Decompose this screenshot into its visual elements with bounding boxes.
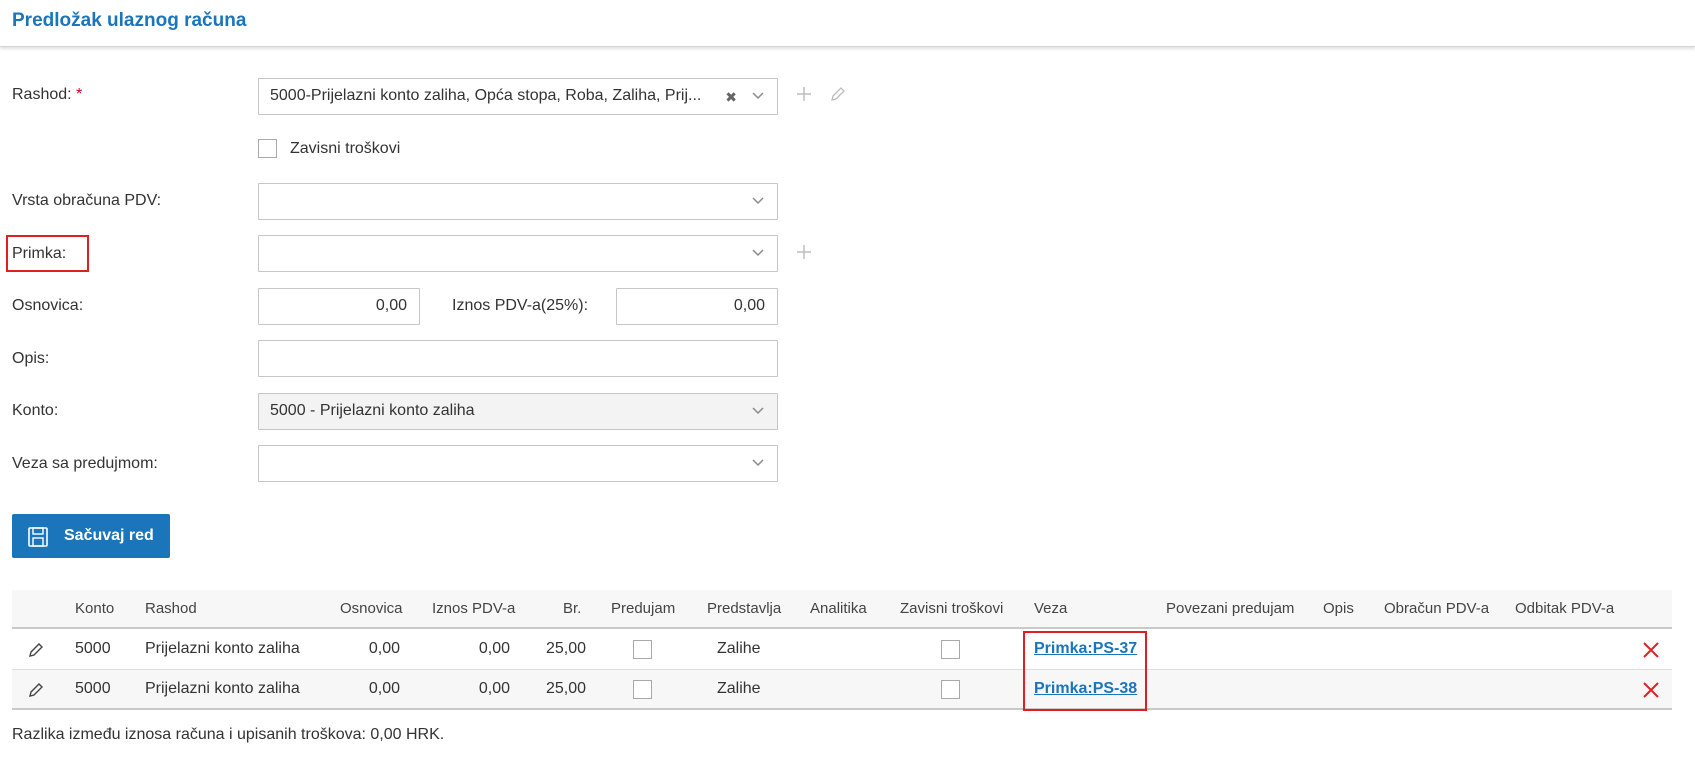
pencil-icon[interactable] bbox=[829, 85, 847, 103]
cell-br: 25,00 bbox=[545, 640, 586, 657]
col-rashod[interactable]: Rashod bbox=[145, 600, 197, 617]
cell-konto: 5000 bbox=[75, 680, 111, 697]
col-predstavlja[interactable]: Predstavlja bbox=[707, 600, 781, 617]
cell-rashod: Prijelazni konto zaliha bbox=[145, 640, 300, 657]
cell-zavisni-checkbox[interactable] bbox=[941, 640, 960, 659]
cell-br: 25,00 bbox=[545, 680, 586, 697]
chevron-down-icon bbox=[752, 407, 764, 415]
cell-rashod: Prijelazni konto zaliha bbox=[145, 680, 300, 697]
primka-select[interactable] bbox=[258, 235, 778, 272]
cell-osnovica: 0,00 bbox=[368, 680, 400, 697]
col-zavisni[interactable]: Zavisni troškovi bbox=[900, 600, 1003, 617]
cell-predstavlja: Zalihe bbox=[717, 680, 761, 697]
konto-label: Konto: bbox=[12, 402, 59, 419]
chevron-down-icon bbox=[752, 459, 764, 467]
required-mark: * bbox=[76, 86, 83, 103]
col-predujam[interactable]: Predujam bbox=[611, 600, 675, 617]
rashod-label-text: Rashod: bbox=[12, 86, 72, 103]
cell-konto: 5000 bbox=[75, 640, 111, 657]
col-opis[interactable]: Opis bbox=[1323, 600, 1354, 617]
chevron-down-icon bbox=[752, 92, 764, 100]
delete-icon[interactable] bbox=[1642, 641, 1660, 659]
chevron-down-icon bbox=[752, 249, 764, 257]
rashod-select[interactable]: 5000-Prijelazni konto zaliha, Opća stopa… bbox=[258, 78, 778, 115]
cell-iznos-pdv: 0,00 bbox=[478, 640, 510, 657]
veza-highlight bbox=[1023, 631, 1147, 711]
zavisni-troskovi-checkbox[interactable] bbox=[258, 139, 277, 158]
delete-icon[interactable] bbox=[1642, 681, 1660, 699]
iznos-pdv-label: Iznos PDV-a(25%): bbox=[452, 297, 589, 314]
col-obracun-pdv[interactable]: Obračun PDV-a bbox=[1384, 600, 1489, 617]
table-row: 5000 Prijelazni konto zaliha 0,00 0,00 2… bbox=[12, 670, 1672, 710]
col-iznos-pdv[interactable]: Iznos PDV-a bbox=[432, 600, 515, 617]
col-odbitak-pdv[interactable]: Odbitak PDV-a bbox=[1515, 600, 1614, 617]
save-row-label: Sačuvaj red bbox=[64, 527, 154, 544]
plus-icon[interactable] bbox=[795, 243, 813, 261]
rashod-label: Rashod: * bbox=[12, 85, 82, 105]
page-title: Predložak ulaznog računa bbox=[12, 10, 247, 31]
osnovica-label: Osnovica: bbox=[12, 297, 84, 314]
osnovica-input[interactable]: 0,00 bbox=[258, 288, 420, 325]
col-br[interactable]: Br. bbox=[563, 600, 581, 617]
difference-note: Razlika između iznosa računa i upisanih … bbox=[12, 726, 445, 743]
vrsta-label: Vrsta obračuna PDV: bbox=[12, 192, 162, 209]
cell-osnovica: 0,00 bbox=[368, 640, 400, 657]
veza-label: Veza sa predujmom: bbox=[12, 455, 158, 472]
cell-predstavlja: Zalihe bbox=[717, 640, 761, 657]
opis-input[interactable] bbox=[258, 340, 778, 377]
pencil-icon[interactable] bbox=[27, 681, 45, 699]
col-osnovica[interactable]: Osnovica bbox=[340, 600, 403, 617]
save-icon bbox=[28, 527, 48, 547]
cell-zavisni-checkbox[interactable] bbox=[941, 680, 960, 699]
clear-icon[interactable]: ✖ bbox=[725, 89, 737, 106]
col-konto[interactable]: Konto bbox=[75, 600, 114, 617]
col-veza[interactable]: Veza bbox=[1034, 600, 1067, 617]
osnovica-input-value: 0,00 bbox=[375, 297, 407, 314]
iznos-pdv-input[interactable]: 0,00 bbox=[616, 288, 778, 325]
cell-iznos-pdv: 0,00 bbox=[478, 680, 510, 697]
vrsta-select[interactable] bbox=[258, 183, 778, 220]
save-row-button[interactable]: Sačuvaj red bbox=[12, 514, 170, 558]
veza-select[interactable] bbox=[258, 445, 778, 482]
konto-select-value: 5000 - Prijelazni konto zaliha bbox=[270, 402, 475, 419]
table-row: 5000 Prijelazni konto zaliha 0,00 0,00 2… bbox=[12, 630, 1672, 670]
konto-select[interactable]: 5000 - Prijelazni konto zaliha bbox=[258, 393, 778, 430]
page-header: Predložak ulaznog računa bbox=[0, 0, 1695, 47]
iznos-pdv-input-value: 0,00 bbox=[733, 297, 765, 314]
cell-predujam-checkbox[interactable] bbox=[633, 640, 652, 659]
primka-label: Primka: bbox=[12, 245, 67, 262]
pencil-icon[interactable] bbox=[27, 641, 45, 659]
chevron-down-icon bbox=[752, 197, 764, 205]
cell-predujam-checkbox[interactable] bbox=[633, 680, 652, 699]
table-header: Konto Rashod Osnovica Iznos PDV-a Br. Pr… bbox=[12, 590, 1672, 629]
opis-label: Opis: bbox=[12, 350, 50, 367]
rashod-select-value: 5000-Prijelazni konto zaliha, Opća stopa… bbox=[270, 87, 702, 104]
col-povezani-predujam[interactable]: Povezani predujam bbox=[1166, 600, 1294, 617]
plus-icon[interactable] bbox=[795, 85, 813, 103]
col-analitika[interactable]: Analitika bbox=[810, 600, 867, 617]
zavisni-troskovi-label: Zavisni troškovi bbox=[290, 140, 401, 157]
